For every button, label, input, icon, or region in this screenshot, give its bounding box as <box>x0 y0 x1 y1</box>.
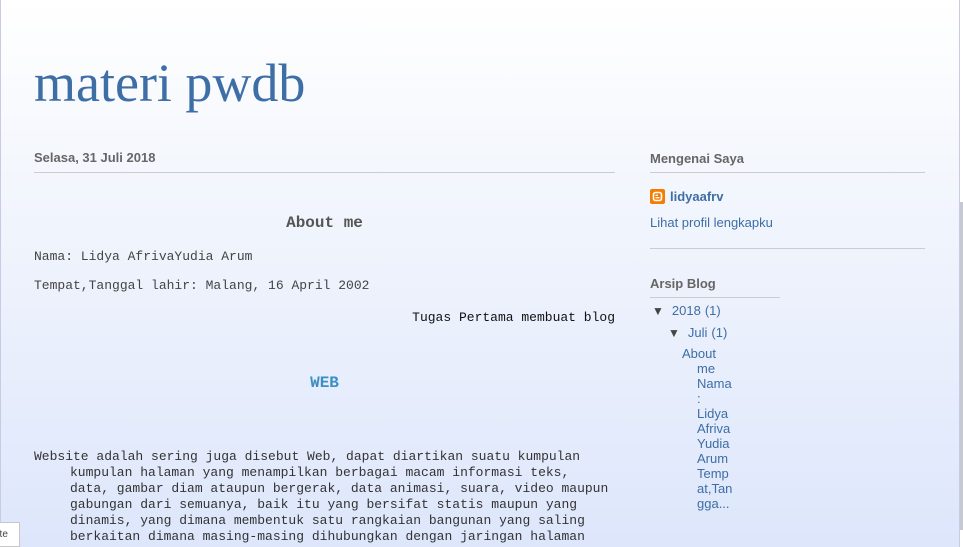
post-line-nama: Nama: Lidya AfrivaYudia Arum <box>34 249 253 264</box>
post-link-line: at,Tan <box>697 481 733 496</box>
post-date-header: Selasa, 31 Juli 2018 <box>34 150 615 173</box>
web-heading: WEB <box>310 374 339 392</box>
view-full-profile-link[interactable]: Lihat profil lengkapku <box>650 215 773 230</box>
paragraph-line: berkaitan dimana masing-masing dihubungk… <box>70 529 585 544</box>
archive-year-link[interactable]: 2018 <box>672 303 701 318</box>
post-line-tugas: Tugas Pertama membuat blog <box>412 310 615 325</box>
status-tab-label: ate <box>0 529 8 540</box>
blogger-icon <box>650 188 665 204</box>
post-heading: About me <box>286 214 363 232</box>
archive-year-row: ▼ 2018 (1) <box>652 303 721 318</box>
post-link-line: Yudia <box>697 436 730 451</box>
about-widget-heading: Mengenai Saya <box>650 151 744 166</box>
status-tab[interactable]: ate <box>0 522 20 547</box>
paragraph-line: kumpulan halaman yang menampilkan berbag… <box>70 465 570 480</box>
post-link-line: me <box>697 361 716 376</box>
post-link-line: About <box>682 346 716 361</box>
post-link-line: Lidya <box>697 406 729 421</box>
post-link-line: Afriva <box>697 421 731 436</box>
blog-title[interactable]: materi pwdb <box>34 48 305 118</box>
about-heading-divider <box>650 172 925 173</box>
post-paragraph: Website adalah sering juga disebut Web, … <box>34 449 615 545</box>
paragraph-line: Website adalah sering juga disebut Web, … <box>34 449 581 464</box>
post-line-ttl: Tempat,Tanggal lahir: Malang, 16 April 2… <box>34 278 370 293</box>
post-link-line: : <box>697 391 701 406</box>
expand-triangle-icon[interactable]: ▼ <box>668 326 680 340</box>
archive-heading-divider <box>650 297 780 298</box>
post-link-line: gga... <box>697 496 730 511</box>
about-widget-divider <box>650 248 925 249</box>
archive-year-count: (1) <box>704 303 721 318</box>
archive-month-count: (1) <box>711 325 728 340</box>
post-link-line: Temp <box>697 466 729 481</box>
paragraph-line: gabungan dari semuanya, baik itu yang be… <box>70 497 578 512</box>
archive-month-row: ▼ Juli (1) <box>668 325 727 340</box>
expand-triangle-icon[interactable]: ▼ <box>652 304 664 318</box>
post-link-line: Arum <box>697 451 729 466</box>
page-left-border <box>0 0 1 547</box>
archive-month-link[interactable]: Juli <box>688 325 708 340</box>
profile-name-link[interactable]: lidyaafrv <box>670 189 723 204</box>
paragraph-line: dinamis, yang dimana membentuk satu rang… <box>70 513 585 528</box>
archive-widget-heading: Arsip Blog <box>650 276 716 291</box>
profile-row: lidyaafrv <box>650 187 723 205</box>
post-link-line: Nama <box>697 376 732 391</box>
archive-post-link[interactable]: About me Nama : Lidya Afriva Yudia Arum … <box>682 346 742 511</box>
paragraph-line: data, gambar diam ataupun bergerak, data… <box>70 481 609 496</box>
